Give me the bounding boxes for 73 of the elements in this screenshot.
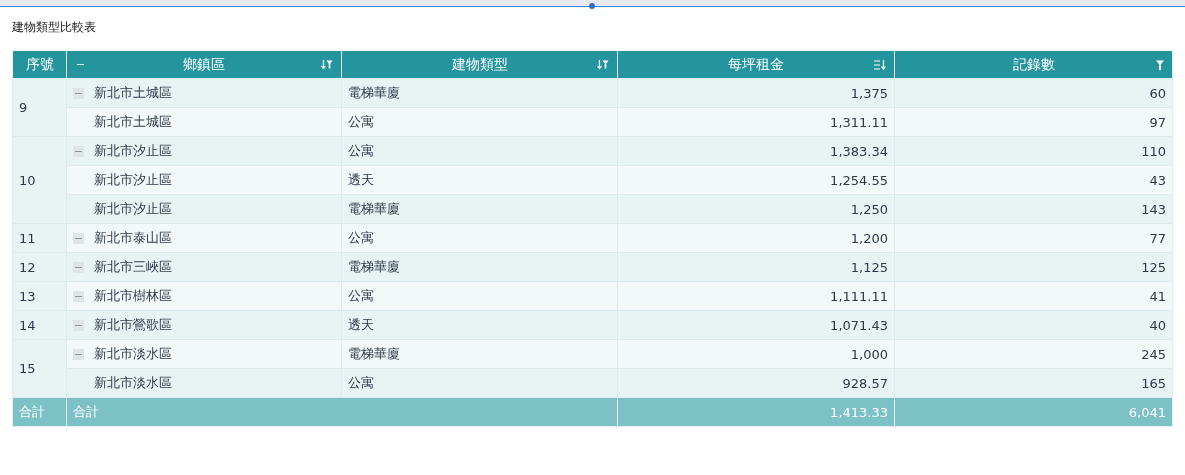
district-text: 新北市汐止區 [94, 142, 172, 160]
table-cell: 77 [894, 223, 1173, 253]
table-cell: 1,254.55 [617, 165, 895, 195]
total-cell: 6,041 [894, 397, 1173, 427]
collapse-icon[interactable] [73, 290, 84, 302]
table-cell: 公寓 [341, 136, 618, 166]
table-cell: 透天 [341, 310, 618, 340]
district-text: 新北市鶯歌區 [94, 316, 172, 334]
table-cell: 公寓 [341, 107, 618, 137]
total-cell: 1,413.33 [617, 397, 895, 427]
table-cell: 13 [12, 281, 67, 311]
table-cell: 1,111.11 [617, 281, 895, 311]
district-text: 新北市土城區 [94, 84, 172, 102]
table-cell: 10 [12, 136, 67, 224]
table-cell: 1,125 [617, 252, 895, 282]
district-text: 新北市樹林區 [94, 287, 172, 305]
table-cell: 1,250 [617, 194, 895, 224]
table-cell: 110 [894, 136, 1173, 166]
collapse-icon[interactable] [73, 232, 84, 244]
table-cell: 電梯華廈 [341, 339, 618, 369]
table-title: 建物類型比較表 [11, 18, 97, 36]
total-cell: 合計 [12, 397, 67, 427]
sort-filter-icon[interactable] [597, 60, 609, 70]
district-text: 新北市淡水區 [94, 374, 172, 392]
table-cell: 1,071.43 [617, 310, 895, 340]
column-header[interactable]: 鄉鎮區 [66, 51, 342, 79]
column-header[interactable]: 建物類型 [341, 51, 618, 79]
collapse-icon[interactable] [73, 348, 84, 360]
table-cell: 165 [894, 368, 1173, 398]
column-header[interactable]: 序號 [12, 51, 67, 79]
table-cell: 電梯華廈 [341, 78, 618, 108]
table-cell: 透天 [341, 165, 618, 195]
column-header[interactable]: 每坪租金 [617, 51, 895, 79]
table-cell: 14 [12, 310, 67, 340]
table-cell: 11 [12, 223, 67, 253]
table-cell: 1,000 [617, 339, 895, 369]
table-cell: 電梯華廈 [341, 194, 618, 224]
collapse-icon[interactable] [73, 145, 84, 157]
district-text: 新北市淡水區 [94, 345, 172, 363]
table-cell: 97 [894, 107, 1173, 137]
district-text: 新北市三峽區 [94, 258, 172, 276]
sort-icon[interactable] [874, 60, 886, 70]
collapse-icon[interactable] [73, 261, 84, 273]
column-header[interactable]: 記錄數 [894, 51, 1173, 79]
table-cell: 41 [894, 281, 1173, 311]
resize-handle[interactable] [589, 3, 595, 9]
table-cell: 43 [894, 165, 1173, 195]
table-cell: 125 [894, 252, 1173, 282]
filter-icon[interactable] [1156, 60, 1164, 70]
district-text: 新北市汐止區 [94, 200, 172, 218]
collapse-icon[interactable] [73, 319, 84, 331]
table-cell: 1,311.11 [617, 107, 895, 137]
table-cell: 15 [12, 339, 67, 398]
table-cell: 公寓 [341, 281, 618, 311]
district-text: 新北市土城區 [94, 113, 172, 131]
table-cell: 40 [894, 310, 1173, 340]
collapse-icon[interactable] [73, 87, 84, 99]
table-cell: 1,200 [617, 223, 895, 253]
table-cell: 12 [12, 252, 67, 282]
table-cell: 1,375 [617, 78, 895, 108]
table-cell: 60 [894, 78, 1173, 108]
sort-filter-icon[interactable] [321, 60, 333, 70]
total-cell: 合計 [66, 397, 618, 427]
table-cell: 公寓 [341, 223, 618, 253]
table-cell: 9 [12, 78, 67, 137]
table-cell: 公寓 [341, 368, 618, 398]
table-cell: 電梯華廈 [341, 252, 618, 282]
table-cell: 245 [894, 339, 1173, 369]
district-text: 新北市汐止區 [94, 171, 172, 189]
table-cell: 1,383.34 [617, 136, 895, 166]
district-text: 新北市泰山區 [94, 229, 172, 247]
table-cell: 928.57 [617, 368, 895, 398]
table-cell: 143 [894, 194, 1173, 224]
